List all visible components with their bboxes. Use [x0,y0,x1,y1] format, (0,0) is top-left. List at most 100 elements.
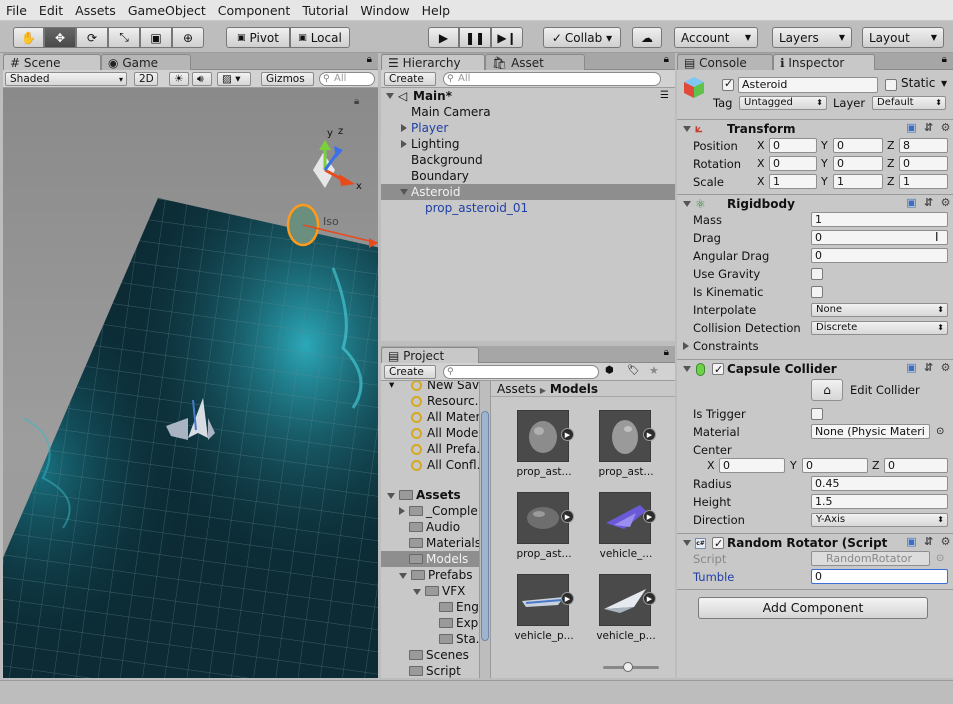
object-picker-icon[interactable]: ⊙ [936,423,944,441]
folder-tree-scrollbar[interactable] [479,381,490,678]
help-book-icon[interactable]: ▣ [905,122,918,135]
shading-dropdown[interactable]: Shaded ▾ [5,72,127,86]
tab-hierarchy[interactable]: ☰ Hierarchy [381,54,485,70]
preset-icon[interactable]: ⇵ [922,362,935,375]
hand-tool-button[interactable]: ✋ [13,27,44,48]
menu-assets[interactable]: Assets [69,3,122,18]
menu-gameobject[interactable]: GameObject [122,3,212,18]
scene-root-item[interactable]: ◁ Main* ☰ [381,88,675,104]
rotate-tool-button[interactable]: ⟳ [76,27,108,48]
collapse-arrow-icon[interactable] [683,540,691,546]
scale-tool-button[interactable]: ⤡ [108,27,140,48]
position-x-input[interactable]: 0 [769,138,817,153]
rotation-y-input[interactable]: 0 [833,156,883,171]
settings-gear-icon[interactable]: ⚙ [939,197,952,210]
random-rotator-enabled-checkbox[interactable] [712,535,724,553]
collision-detection-dropdown[interactable]: Discrete ⬍ [811,321,948,335]
rotation-z-input[interactable]: 0 [899,156,948,171]
hierarchy-search-input[interactable]: ⚲ All [443,72,661,86]
tab-inspector[interactable]: ℹ Inspector [773,54,875,70]
use-gravity-checkbox[interactable] [811,268,823,280]
interpolate-dropdown[interactable]: None ⬍ [811,303,948,317]
favorite-item[interactable]: New Sav... [411,381,490,393]
folder-item[interactable]: Audio [409,519,460,535]
collapse-arrow-icon[interactable] [683,201,691,207]
list-item[interactable]: Background [381,152,675,168]
iso-label[interactable]: Iso [323,215,339,228]
project-create-button[interactable]: Create ▾ [384,365,436,391]
breadcrumb-assets[interactable]: Assets [497,382,536,396]
lock-icon[interactable]: 🔒︎ [664,54,669,65]
radius-input[interactable]: 0.45 [811,476,948,491]
expand-arrow-icon[interactable] [400,189,408,195]
object-name-input[interactable]: Asteroid [738,77,878,93]
list-item[interactable]: Boundary [381,168,675,184]
edit-collider-button[interactable]: ⌂ [811,379,843,401]
preset-icon[interactable]: ⇵ [922,197,935,210]
folder-item[interactable]: Script [409,663,461,678]
lock-icon[interactable]: 🔒︎ [664,347,669,358]
tag-dropdown[interactable]: Untagged ⬍ [739,96,827,110]
effects-dropdown[interactable]: ▨ ▾ [217,72,251,86]
layer-dropdown[interactable]: Default ⬍ [872,96,946,110]
add-component-button[interactable]: Add Component [698,597,928,619]
menu-edit[interactable]: Edit [33,3,69,18]
folder-item-selected[interactable]: Models [381,551,490,567]
scene-menu-icon[interactable]: ☰ [660,88,669,104]
preset-icon[interactable]: ⇵ [922,122,935,135]
audio-toggle[interactable]: 🔊︎ [192,72,212,86]
preview-play-icon[interactable]: ▶ [643,428,656,441]
preset-icon[interactable]: ⇵ [922,536,935,549]
layout-dropdown[interactable]: Layout ▼ [862,27,944,48]
thumbnail-size-slider[interactable] [603,662,659,672]
static-checkbox[interactable] [885,79,897,91]
expand-arrow-icon[interactable] [399,507,405,515]
folder-item[interactable]: Prefabs [399,567,473,583]
expand-arrow-icon[interactable] [399,573,407,579]
settings-gear-icon[interactable]: ⚙ [939,362,952,375]
menu-component[interactable]: Component [212,3,297,18]
help-book-icon[interactable]: ▣ [905,362,918,375]
static-dropdown-arrow-icon[interactable]: ▼ [941,79,947,88]
filter-type-icon[interactable]: ⬢ [605,365,614,376]
random-rotator-header[interactable]: c# Random Rotator (Script ▣⇵⚙ [677,533,953,553]
rigidbody-header[interactable]: ⚛ Rigidbody ▣ ⇵ ⚙ [677,194,953,212]
transform-header[interactable]: ⟀ Transform ▣ ⇵ ⚙ [677,119,953,137]
list-item[interactable]: Main Camera [381,104,675,120]
move-tool-button[interactable]: ✥ [44,27,76,48]
account-dropdown[interactable]: Account ▼ [674,27,758,48]
collapse-arrow-icon[interactable] [683,126,691,132]
preview-play-icon[interactable]: ▶ [561,592,574,605]
lighting-toggle[interactable]: ☀ [169,72,189,86]
breadcrumb-models[interactable]: Models [550,382,598,396]
list-item-selected[interactable]: Asteroid [381,184,675,200]
center-z-input[interactable]: 0 [884,458,948,473]
rect-tool-button[interactable]: ▣ [140,27,172,48]
pause-button[interactable]: ❚❚ [459,27,491,48]
preview-play-icon[interactable]: ▶ [561,510,574,523]
preview-play-icon[interactable]: ▶ [643,510,656,523]
folder-item[interactable]: Assets [387,487,461,503]
collapse-arrow-icon[interactable] [683,366,691,372]
play-button[interactable]: ▶ [428,27,459,48]
layers-dropdown[interactable]: Layers ▼ [772,27,852,48]
scale-y-input[interactable]: 1 [833,174,883,189]
folder-item[interactable]: VFX [413,583,465,599]
tab-console[interactable]: ▤ Console [677,54,773,70]
settings-gear-icon[interactable]: ⚙ [939,536,952,549]
expand-arrow-icon[interactable] [413,589,421,595]
slider-handle[interactable] [623,662,633,672]
2d-toggle[interactable]: 2D [134,72,158,86]
is-kinematic-checkbox[interactable] [811,286,823,298]
scene-viewport[interactable]: y z x Iso 🔒︎ [3,88,378,678]
menu-file[interactable]: File [0,3,33,18]
direction-dropdown[interactable]: Y-Axis ⬍ [811,513,948,527]
drag-input[interactable]: 0 [811,230,948,245]
angular-drag-input[interactable]: 0 [811,248,948,263]
center-y-input[interactable]: 0 [802,458,868,473]
preview-play-icon[interactable]: ▶ [561,428,574,441]
gizmos-dropdown[interactable]: Gizmos ▾ [261,72,314,98]
step-button[interactable]: ▶❙ [491,27,523,48]
pivot-toggle[interactable]: ▣ Pivot [226,27,290,48]
local-toggle[interactable]: ▣ Local [290,27,350,48]
